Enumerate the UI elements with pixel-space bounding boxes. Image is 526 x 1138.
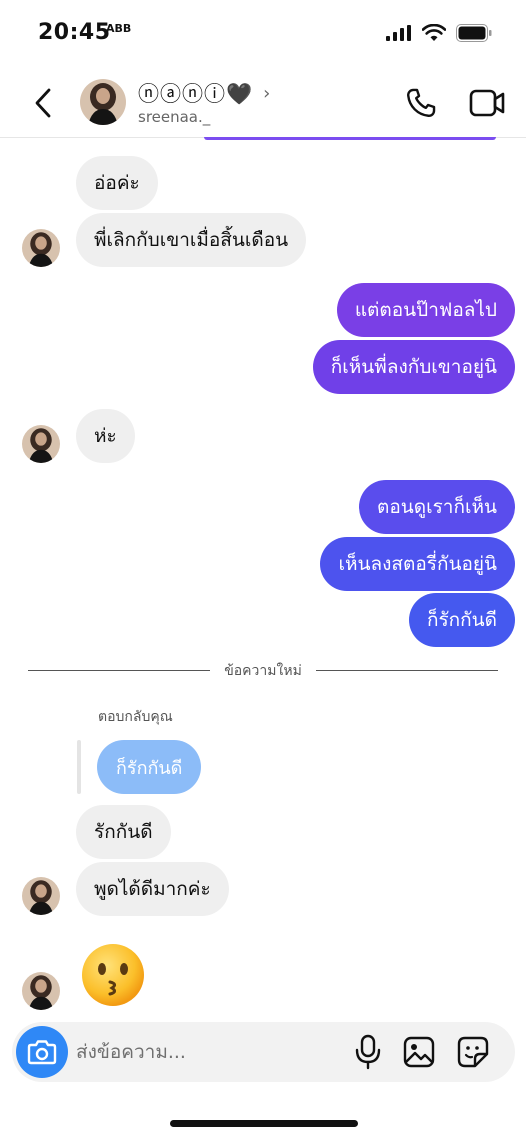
message-bubble-received[interactable]: รักกันดี: [76, 805, 171, 859]
message-text: ก็รักกันดี: [426, 609, 497, 631]
home-indicator: [170, 1120, 358, 1127]
message-bubble-received[interactable]: ห่ะ: [76, 409, 135, 463]
message-text: ก็เห็นพี่ลงกับเขาอยู่นิ: [330, 356, 497, 378]
message-text: ห่ะ: [94, 425, 117, 447]
chat-header: ⓝⓐⓝⓘ🖤 › sreenaa._: [0, 70, 526, 138]
contact-name-row[interactable]: ⓝⓐⓝⓘ🖤 ›: [138, 78, 270, 108]
message-composer: [12, 1022, 515, 1082]
status-icons: [386, 24, 492, 42]
sticker-button[interactable]: [456, 1035, 490, 1069]
cellular-signal-icon: [386, 25, 411, 41]
video-call-button[interactable]: [468, 86, 506, 120]
microphone-icon: [355, 1034, 381, 1070]
sender-avatar[interactable]: [22, 425, 60, 463]
voice-message-button[interactable]: [352, 1034, 384, 1070]
message-input[interactable]: [76, 1036, 336, 1068]
quoted-message-text: ก็รักกันดี: [116, 757, 183, 779]
message-bubble-sent[interactable]: ตอนดูเราก็เห็น: [359, 480, 515, 534]
video-camera-icon: [469, 89, 505, 117]
audio-call-button[interactable]: [404, 86, 438, 120]
quoted-message-bubble[interactable]: ก็รักกันดี: [97, 740, 202, 794]
chevron-right-icon: ›: [263, 82, 271, 104]
message-bubble-received[interactable]: พี่เลิกกับเขาเมื่อสิ้นเดือน: [76, 213, 307, 267]
divider-line-right: [316, 670, 498, 671]
message-bubble-sent[interactable]: แต่ตอนป๊าฟอลไป: [336, 283, 515, 337]
sender-avatar[interactable]: [22, 877, 60, 915]
contact-avatar[interactable]: [80, 79, 126, 125]
reply-quote-bar: [77, 740, 81, 794]
status-bar: 20:45 ABB: [0, 0, 526, 70]
sticker-icon: [457, 1036, 489, 1068]
wifi-icon: [422, 24, 446, 41]
message-bubble-sent[interactable]: เห็นลงสตอรี่กันอยู่นิ: [320, 537, 515, 591]
previous-message-edge: [204, 137, 496, 140]
message-text: รักกันดี: [94, 821, 153, 843]
message-text: แต่ตอนป๊าฟอลไป: [354, 299, 497, 321]
sender-avatar[interactable]: [22, 972, 60, 1010]
message-bubble-sent[interactable]: ก็เห็นพี่ลงกับเขาอยู่นิ: [312, 340, 515, 394]
new-messages-divider: ข้อความใหม่: [28, 660, 498, 680]
message-text: อ่อค่ะ: [94, 172, 140, 194]
contact-name: ⓝⓐⓝⓘ🖤: [138, 82, 254, 106]
message-bubble-sent[interactable]: ก็รักกันดี: [408, 593, 515, 647]
phone-icon: [407, 88, 436, 117]
camera-button[interactable]: [16, 1026, 68, 1078]
image-icon: [403, 1036, 435, 1068]
divider-label: ข้อความใหม่: [224, 663, 302, 679]
dm-screen: 20:45 ABB ⓝⓐⓝⓘ🖤 › sreenaa._ อ่อค่ะ พี่เล…: [0, 0, 526, 1138]
message-text: เห็นลงสตอรี่กันอยู่นิ: [338, 553, 497, 575]
message-text: พูดได้ดีมากค่ะ: [94, 878, 211, 900]
chevron-left-icon: [35, 88, 51, 118]
message-text: พี่เลิกกับเขาเมื่อสิ้นเดือน: [94, 229, 289, 251]
message-bubble-received[interactable]: พูดได้ดีมากค่ะ: [76, 862, 229, 916]
kissing-face-emoji-icon[interactable]: [80, 942, 146, 1008]
message-text: ตอนดูเราก็เห็น: [377, 496, 497, 518]
sender-avatar[interactable]: [22, 229, 60, 267]
camera-icon: [27, 1040, 57, 1065]
back-button[interactable]: [28, 86, 58, 120]
battery-icon: [456, 24, 492, 42]
message-bubble-received[interactable]: อ่อค่ะ: [76, 156, 158, 210]
status-time: 20:45: [38, 20, 111, 45]
reply-context-label: ตอบกลับคุณ: [98, 709, 173, 725]
gallery-button[interactable]: [402, 1035, 436, 1069]
contact-username: sreenaa._: [138, 108, 211, 126]
status-extra-label: ABB: [106, 22, 132, 35]
